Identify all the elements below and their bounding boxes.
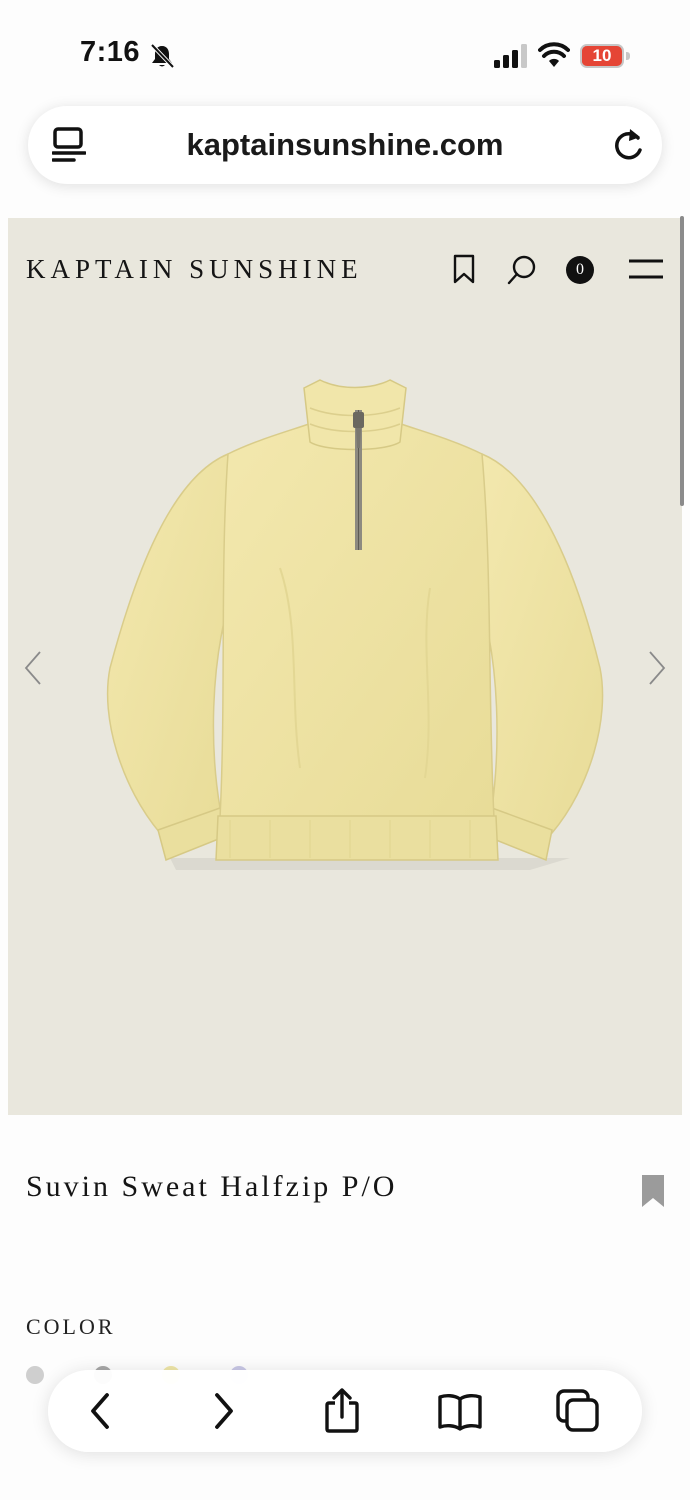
- url-field[interactable]: kaptainsunshine.com: [118, 106, 572, 184]
- search-icon[interactable]: [506, 254, 538, 286]
- share-icon: [325, 1388, 359, 1433]
- previous-image-arrow-icon[interactable]: [20, 648, 44, 688]
- cart-count-badge[interactable]: 0: [566, 256, 594, 284]
- forward-icon: [215, 1393, 233, 1429]
- bookmarks-icon: [438, 1393, 482, 1431]
- menu-icon[interactable]: [628, 258, 664, 280]
- bell-slash-icon: [150, 43, 175, 69]
- product-title: Suvin Sweat Halfzip P/O: [26, 1170, 398, 1203]
- product-image-sweatshirt: [106, 379, 604, 870]
- bookmark-icon[interactable]: [452, 254, 476, 284]
- browser-toolbar: [48, 1370, 642, 1452]
- wifi-icon: [538, 42, 570, 67]
- save-bookmark-icon[interactable]: [640, 1174, 666, 1208]
- battery-level: 10: [592, 46, 612, 65]
- tabs-button[interactable]: [554, 1387, 602, 1435]
- cellular-signal-icon: [494, 44, 527, 68]
- color-swatch[interactable]: [26, 1366, 44, 1384]
- product-hero: KAPTAIN SUNSHINE 0: [8, 218, 682, 1115]
- reader-icon[interactable]: [52, 126, 86, 164]
- bookmarks-button[interactable]: [436, 1387, 484, 1435]
- back-icon: [91, 1393, 109, 1429]
- color-label: COLOR: [26, 1314, 116, 1339]
- reload-icon[interactable]: [610, 126, 646, 164]
- scroll-indicator[interactable]: [680, 216, 684, 506]
- share-button[interactable]: [318, 1387, 366, 1435]
- site-logo[interactable]: KAPTAIN SUNSHINE: [26, 254, 363, 285]
- tabs-icon: [556, 1389, 599, 1432]
- back-button[interactable]: [76, 1387, 124, 1435]
- status-time: 7:16: [80, 36, 141, 68]
- battery-indicator: 10: [580, 44, 630, 68]
- address-bar[interactable]: kaptainsunshine.com: [28, 106, 662, 184]
- next-image-arrow-icon[interactable]: [646, 648, 670, 688]
- forward-button[interactable]: [200, 1387, 248, 1435]
- status-bar: 7:16 10: [0, 0, 690, 100]
